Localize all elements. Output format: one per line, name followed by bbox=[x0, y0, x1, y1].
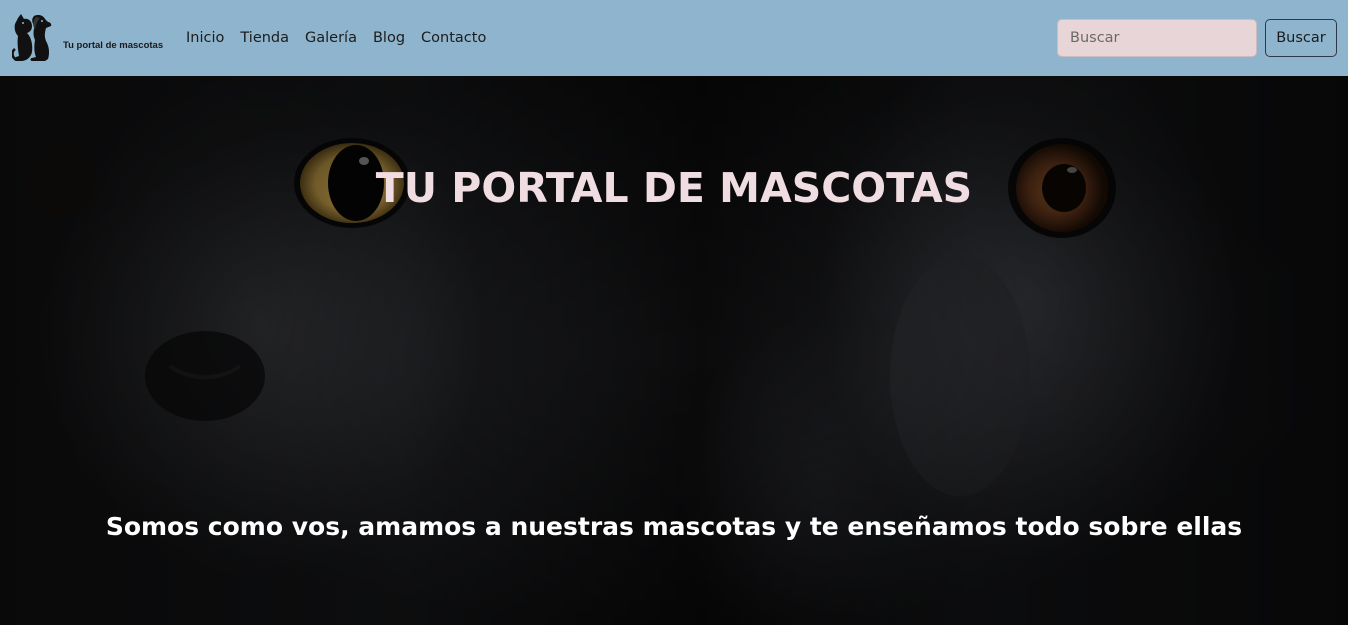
search-input[interactable] bbox=[1057, 19, 1257, 57]
brand-name: Tu portal de mascotas bbox=[63, 40, 164, 51]
nav-item-galeria[interactable]: Galería bbox=[297, 28, 365, 48]
main-nav: Inicio Tienda Galería Blog Contacto bbox=[178, 28, 494, 48]
dog-and-cat-logo-icon bbox=[12, 14, 52, 62]
nav-item-tienda[interactable]: Tienda bbox=[232, 28, 297, 48]
hero-banner: TU PORTAL DE MASCOTAS Somos como vos, am… bbox=[0, 76, 1348, 625]
hero-background-image bbox=[0, 76, 1348, 625]
brand-logo-link[interactable]: Tu portal de mascotas bbox=[12, 12, 164, 64]
search-button[interactable]: Buscar bbox=[1265, 19, 1337, 57]
navbar: Tu portal de mascotas Inicio Tienda Gale… bbox=[0, 0, 1348, 76]
nav-item-contacto[interactable]: Contacto bbox=[413, 28, 494, 48]
hero-title: TU PORTAL DE MASCOTAS bbox=[375, 164, 973, 212]
nav-item-inicio[interactable]: Inicio bbox=[178, 28, 232, 48]
nav-item-blog[interactable]: Blog bbox=[365, 28, 413, 48]
hero-subtitle: Somos como vos, amamos a nuestras mascot… bbox=[105, 512, 1243, 541]
